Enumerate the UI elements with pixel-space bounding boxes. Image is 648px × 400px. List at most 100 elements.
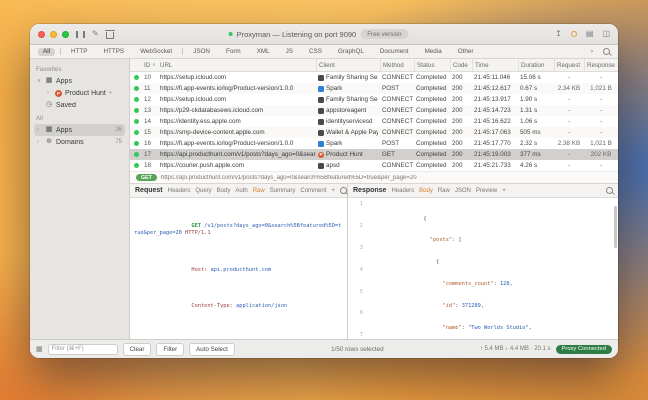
table-row[interactable]: 11 https://fi.app-events.io/log/Product-…	[130, 83, 618, 94]
filter-chip[interactable]: JSON	[188, 48, 215, 56]
free-version-badge: Free version	[360, 29, 408, 39]
clear-button[interactable]: Clear	[123, 343, 152, 356]
close-button[interactable]	[38, 31, 45, 38]
filter-chip[interactable]: JS	[281, 48, 298, 56]
table-row[interactable]: 13 https://p29-ckdatabasews.icloud.com a…	[130, 105, 618, 116]
response-json-body[interactable]: 1 { 2 "posts": [	[348, 198, 618, 339]
apps-grid-icon[interactable]: ▦	[36, 345, 43, 353]
pause-icon[interactable]	[76, 31, 85, 38]
sidebar-filter-input[interactable]	[48, 344, 118, 355]
search-icon[interactable]	[606, 187, 613, 194]
table-row[interactable]: 17 https://api.producthunt.com/v1/posts?…	[130, 149, 618, 160]
chevron-icon[interactable]: ∨	[37, 78, 42, 84]
filter-chip[interactable]: Form	[221, 48, 246, 56]
search-icon[interactable]	[603, 48, 610, 55]
more-filters-chevron[interactable]: ›	[586, 48, 598, 56]
request-tab[interactable]: Headers	[168, 188, 191, 194]
column-header-duration[interactable]: Duration	[518, 59, 554, 71]
auto-select-button[interactable]: Auto Select	[189, 343, 235, 356]
column-header-id[interactable]: ID∧	[142, 59, 158, 71]
column-header-status[interactable]: Status	[414, 59, 450, 71]
column-header-url[interactable]: URL	[158, 59, 316, 71]
request-panel: Request HeadersQueryBodyAuthRawSummaryCo…	[130, 184, 348, 339]
chevron-icon[interactable]: ›	[47, 90, 52, 96]
cell-status: Completed	[414, 118, 450, 125]
filter-chip[interactable]: Document	[375, 48, 414, 56]
request-tab[interactable]: +	[331, 188, 335, 194]
cell-response-size: -	[584, 118, 618, 125]
chevron-icon[interactable]: ›	[37, 127, 42, 133]
traffic-pane: ID∧ URL Client Method Status Code Time D…	[130, 59, 618, 339]
column-header-response[interactable]: Response	[584, 59, 618, 71]
cell-time: 21:45:17.063	[472, 129, 518, 136]
column-header-code[interactable]: Code	[450, 59, 472, 71]
sidebar-item-count: 75	[115, 139, 122, 145]
table-row[interactable]: 10 https://setup.icloud.com Family Shari…	[130, 72, 618, 83]
line-number: 4	[352, 267, 366, 289]
sidebar-item[interactable]: › Domains 75	[34, 136, 125, 148]
chevron-icon[interactable]: ›	[37, 139, 42, 145]
sidebar-item[interactable]: › Apps 36	[34, 124, 125, 136]
request-line: Connection: keep-alive	[134, 318, 343, 339]
sidebar-item[interactable]: Saved	[34, 99, 125, 111]
response-tab[interactable]: +	[502, 188, 506, 194]
table-row[interactable]: 12 https://setup.icloud.com Family Shari…	[130, 94, 618, 105]
column-header-client[interactable]: Client	[316, 59, 380, 71]
client-app-icon	[318, 97, 324, 103]
filter-chip[interactable]: GraphQL	[333, 48, 369, 56]
request-tab[interactable]: Raw	[253, 188, 265, 194]
response-tab[interactable]: Raw	[438, 188, 450, 194]
cell-url: https://courier.push.apple.com	[158, 162, 316, 169]
sidebar-item-label: Domains	[56, 139, 84, 146]
request-tab[interactable]: Query	[195, 188, 211, 194]
search-icon[interactable]	[340, 187, 347, 194]
record-icon[interactable]	[571, 31, 577, 37]
toolbar-right: ↥ ▤ ◫	[555, 30, 610, 38]
layout-icon[interactable]: ▤	[586, 30, 594, 38]
column-header-time[interactable]: Time	[472, 59, 518, 71]
filter-chip[interactable]: WebSocket	[135, 48, 177, 56]
filter-chip[interactable]: HTTPS	[98, 48, 129, 56]
filter-chip[interactable]: Media	[420, 48, 447, 56]
selected-url[interactable]: https://api.producthunt.com/v1/posts?day…	[161, 175, 417, 181]
column-header-method[interactable]: Method	[380, 59, 414, 71]
request-tab[interactable]: Comment	[300, 188, 326, 194]
sidebar-item[interactable]: › Product Hunt +	[44, 87, 125, 99]
sort-icon: ∧	[152, 62, 156, 68]
cell-client: Wallet & Apple Pay (p…	[316, 129, 380, 136]
column-header-request[interactable]: Request	[554, 59, 584, 71]
table-row[interactable]: 18 https://courier.push.apple.com apsd C…	[130, 160, 618, 171]
response-tab[interactable]: JSON	[455, 188, 471, 194]
table-row[interactable]: 16 https://fi.app-events.io/log/Product-…	[130, 138, 618, 149]
sidebar-toggle-icon[interactable]: ◫	[602, 30, 610, 38]
table-row[interactable]: 15 https://smp-device-content.apple.com …	[130, 127, 618, 138]
filter-chip[interactable]: Other	[453, 48, 479, 56]
response-line: 4 "comments_count": 128,	[352, 267, 614, 289]
request-tab[interactable]: Auth	[235, 188, 247, 194]
minimize-button[interactable]	[50, 31, 57, 38]
proxyman-window: ✎ Proxyman — Listening on port 9090 Free…	[30, 24, 618, 358]
response-tab[interactable]: Headers	[391, 188, 414, 194]
desktop-wallpaper: ✎ Proxyman — Listening on port 9090 Free…	[0, 0, 648, 400]
filter-chip[interactable]: HTTP	[66, 48, 92, 56]
request-tab[interactable]: Body	[217, 188, 231, 194]
request-tab[interactable]: Summary	[270, 188, 296, 194]
edit-icon[interactable]: ✎	[92, 30, 99, 38]
title-bar: ✎ Proxyman — Listening on port 9090 Free…	[30, 24, 618, 45]
filter-chip[interactable]: CSS	[304, 48, 327, 56]
throughput-stats: ↑ 5.4 MB ↓ 4.4 MB · 20.1 s	[480, 346, 551, 352]
filter-button[interactable]: Filter	[156, 343, 184, 356]
request-raw-body[interactable]: GET /v1/posts?days_ago=0&search%5Bfeatur…	[130, 198, 347, 339]
cell-time: 21:45:16.622	[472, 118, 518, 125]
clear-session-icon[interactable]	[106, 30, 114, 39]
share-icon[interactable]: ↥	[555, 30, 562, 38]
table-row[interactable]: 14 https://identity.ess.apple.com identi…	[130, 116, 618, 127]
zoom-button[interactable]	[62, 31, 69, 38]
sidebar-item[interactable]: ∨ Apps	[34, 75, 125, 87]
rows-selected-label: 1/50 rows selected	[331, 346, 384, 353]
filter-chip[interactable]: XML	[252, 48, 275, 56]
response-tab[interactable]: Preview	[476, 188, 497, 194]
response-tab[interactable]: Body	[419, 188, 433, 194]
filter-chip-all[interactable]: All	[38, 48, 55, 56]
scrollbar[interactable]	[614, 206, 617, 248]
